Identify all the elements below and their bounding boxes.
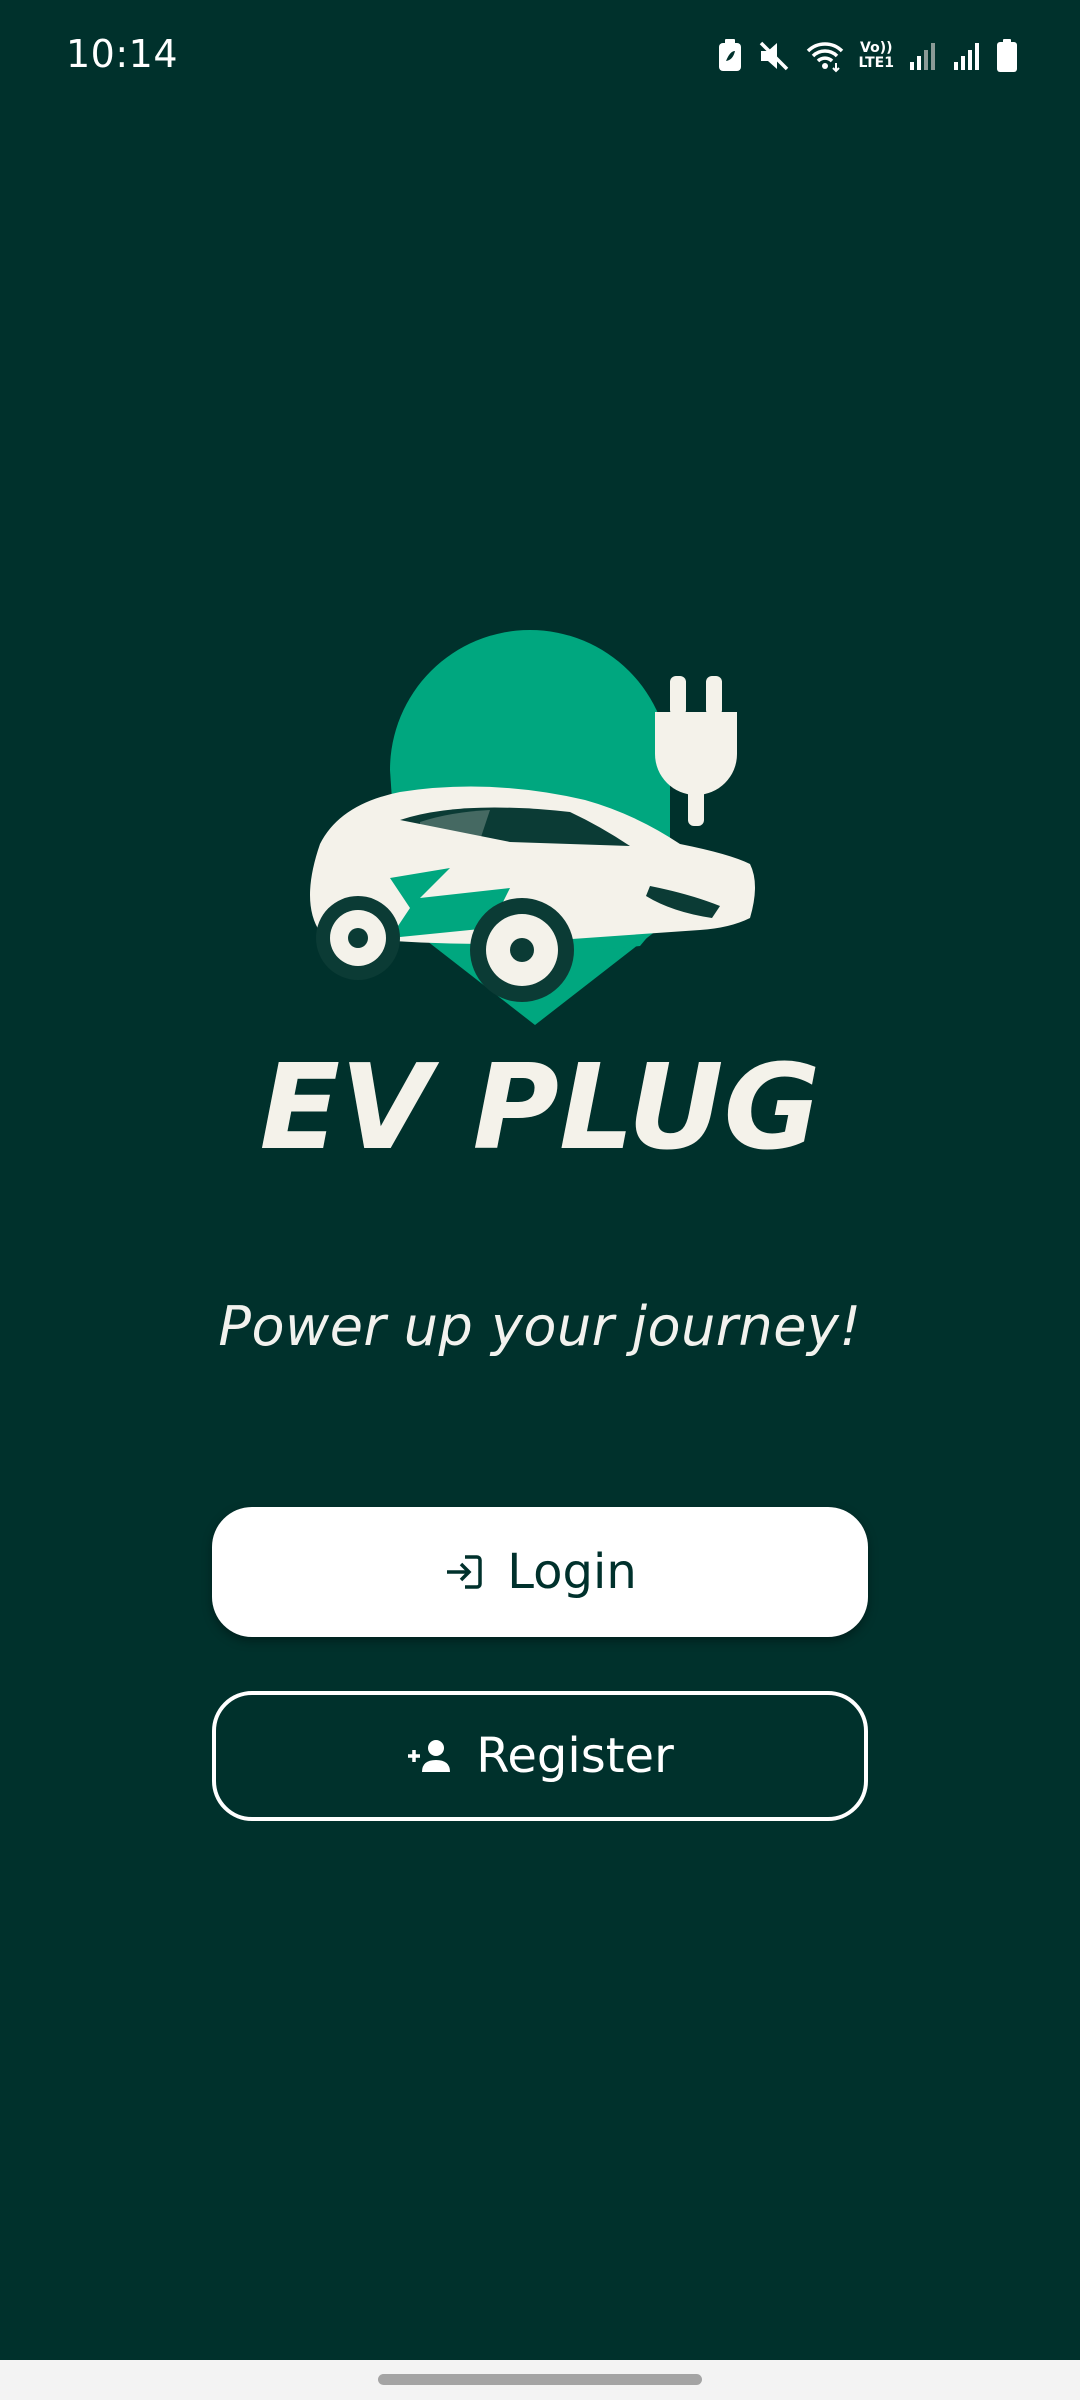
status-icons: Vo)) LTE1 [717, 34, 1018, 78]
signal-sim1-icon [908, 40, 938, 72]
home-gesture-handle[interactable] [378, 2374, 702, 2385]
status-time: 10:14 [66, 32, 179, 76]
tagline: Power up your journey! [218, 1295, 862, 1358]
login-icon [443, 1551, 485, 1593]
status-bar: 10:14 Vo)) LTE1 [0, 0, 1080, 118]
register-button[interactable]: Register [212, 1691, 868, 1821]
app-logo: EV PLUG [250, 620, 830, 1180]
logo-text: EV PLUG [260, 1038, 821, 1176]
volte-top-label: Vo)) [860, 40, 893, 56]
navigation-bar [0, 2360, 1080, 2400]
login-button[interactable]: Login [212, 1507, 868, 1637]
register-button-label: Register [476, 1728, 674, 1784]
add-person-icon [406, 1736, 454, 1776]
login-button-label: Login [507, 1544, 637, 1600]
wifi-icon [805, 39, 845, 73]
battery-saver-icon [717, 39, 743, 73]
volte-bottom-label: LTE1 [858, 55, 894, 71]
mute-icon [757, 39, 791, 73]
battery-icon [996, 39, 1018, 73]
signal-sim2-icon [952, 40, 982, 72]
volte-icon: Vo)) LTE1 [859, 41, 894, 71]
